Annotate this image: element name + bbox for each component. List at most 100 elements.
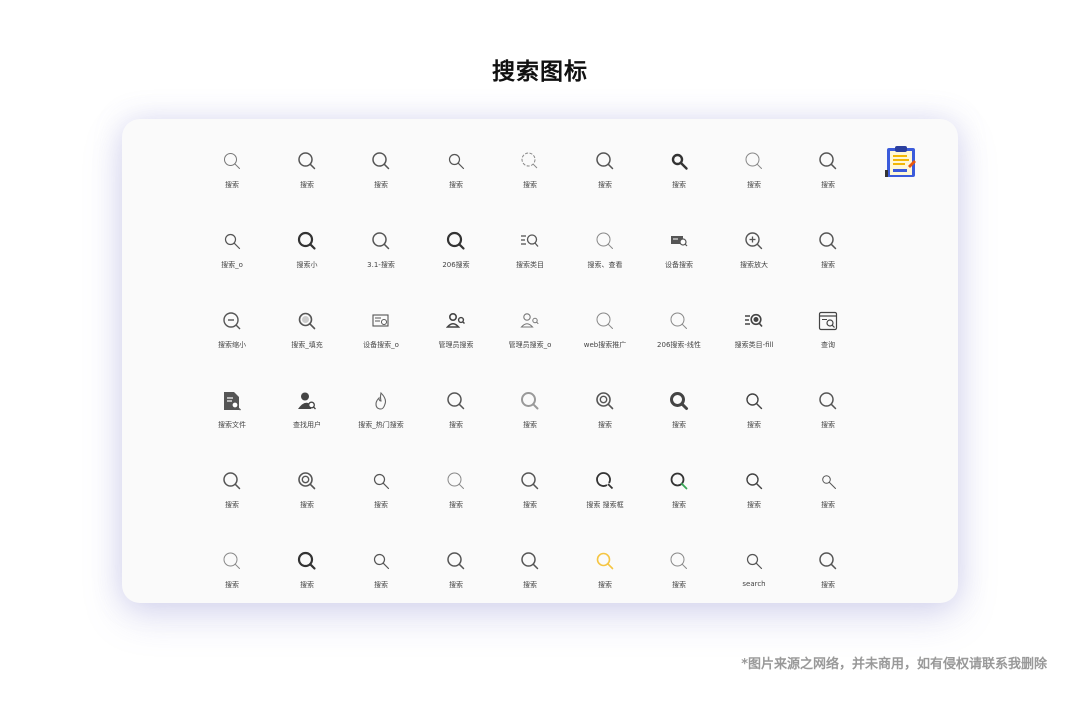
icon-tile-label: 搜索 — [523, 181, 537, 189]
icon-tile-label: 搜索 — [821, 501, 835, 509]
icon-tile[interactable]: web搜索推广 — [568, 299, 642, 351]
search-icon — [818, 151, 838, 171]
icon-tile-label: 搜索 — [225, 501, 239, 509]
page-title: 搜索图标 — [492, 59, 588, 85]
search-icon-open — [595, 471, 615, 491]
icon-tile-label: 搜索 — [374, 501, 388, 509]
icon-tile-label: 设备搜索_o — [363, 341, 399, 349]
search-icon-light — [595, 311, 615, 331]
icon-tile[interactable]: 设备搜索 — [642, 219, 716, 271]
icon-tile[interactable]: 搜索 搜索框 — [568, 459, 642, 511]
icon-tile[interactable]: 206搜索-线性 — [642, 299, 716, 351]
icon-tile[interactable]: 搜索 — [791, 379, 865, 431]
flame-icon — [371, 391, 391, 411]
icon-tile[interactable]: 搜索 — [642, 139, 716, 191]
icon-tile[interactable]: 搜索 — [419, 539, 493, 591]
icon-tile[interactable]: 3.1-搜索 — [344, 219, 418, 271]
icon-tile[interactable]: 搜索 — [270, 139, 344, 191]
icon-tile[interactable]: 搜索 — [270, 539, 344, 591]
icon-tile[interactable]: 设备搜索_o — [344, 299, 418, 351]
icon-tile[interactable]: 搜索小 — [270, 219, 344, 271]
search-icon-heavy — [669, 391, 689, 411]
icon-tile-label: 搜索 — [374, 181, 388, 189]
zoom-in-icon — [744, 231, 764, 251]
icon-tile-label: 搜索 — [672, 421, 686, 429]
icon-tile[interactable]: 搜索_热门搜索 — [344, 379, 418, 431]
icon-tile-label: 搜索 — [821, 421, 835, 429]
icon-tile[interactable]: 搜索_填充 — [270, 299, 344, 351]
search-icon-light — [446, 471, 466, 491]
icon-tile[interactable]: 查找用户 — [270, 379, 344, 431]
search-icon-light — [222, 551, 242, 571]
icon-tile[interactable]: 搜索 — [419, 459, 493, 511]
search-icon-small — [371, 551, 391, 571]
icon-grid-card: 搜索 搜索 搜索 搜索 搜索 搜索 搜索 搜索 搜索 搜索_o 搜索小 3.1-搜索 206搜索 搜索类目… — [122, 119, 958, 603]
icon-tile[interactable]: 搜索 — [195, 139, 269, 191]
icon-tile[interactable]: 搜索 — [344, 539, 418, 591]
icon-tile[interactable]: 搜索 — [791, 539, 865, 591]
icon-tile[interactable]: 搜索 — [493, 539, 567, 591]
icon-tile[interactable]: 搜索文件 — [195, 379, 269, 431]
icon-tile[interactable]: 搜索 — [642, 379, 716, 431]
search-icon-thin-key — [222, 151, 242, 171]
icon-tile[interactable]: 搜索 — [195, 459, 269, 511]
icon-tile[interactable]: 搜索类目 — [493, 219, 567, 271]
icon-tile-label: 搜索缩小 — [218, 341, 246, 349]
icon-tile[interactable]: 搜索放大 — [717, 219, 791, 271]
icon-tile[interactable]: 搜索 — [270, 459, 344, 511]
icon-tile[interactable]: 搜索 — [568, 139, 642, 191]
icon-tile-label: 搜索_热门搜索 — [358, 421, 404, 429]
search-icon — [818, 391, 838, 411]
icon-tile[interactable]: 搜索 — [791, 139, 865, 191]
icon-tile[interactable]: 搜索 — [568, 539, 642, 591]
icon-tile[interactable]: 搜索 — [493, 459, 567, 511]
icon-tile[interactable]: 搜索 — [717, 459, 791, 511]
icon-tile[interactable]: 管理员搜索_o — [493, 299, 567, 351]
search-icon — [446, 551, 466, 571]
search-icon-double-ring — [297, 471, 317, 491]
icon-tile-label: 搜索 — [821, 261, 835, 269]
icon-tile[interactable]: 搜索 — [642, 539, 716, 591]
icon-tile-label: 搜索 — [672, 181, 686, 189]
icon-tile[interactable]: 搜索 — [791, 219, 865, 271]
icon-tile[interactable]: 搜索 — [791, 459, 865, 511]
icon-tile-label: 搜索 — [374, 581, 388, 589]
icon-tile-label: 3.1-搜索 — [367, 261, 395, 269]
icon-tile[interactable]: 搜索 — [419, 379, 493, 431]
icon-tile[interactable]: 搜索 — [344, 139, 418, 191]
search-list-icon — [520, 231, 540, 251]
search-icon-long-handle — [744, 471, 764, 491]
icon-tile[interactable]: 搜索 — [568, 379, 642, 431]
user-search-outline-icon — [520, 311, 540, 331]
icon-tile-label: 搜索 — [523, 581, 537, 589]
icon-tile[interactable]: 搜索、查看 — [568, 219, 642, 271]
icon-tile[interactable]: 搜索缩小 — [195, 299, 269, 351]
search-icon-gray — [520, 391, 540, 411]
icon-tile[interactable]: 搜索类目-fill — [717, 299, 791, 351]
search-icon — [371, 151, 391, 171]
icon-tile-label: 搜索文件 — [218, 421, 246, 429]
icon-tile-label: 搜索 — [225, 581, 239, 589]
icon-tile[interactable]: 搜索 — [195, 539, 269, 591]
search-icon-bold — [297, 231, 317, 251]
icon-tile[interactable]: 搜索 — [717, 379, 791, 431]
search-filled-icon — [297, 311, 317, 331]
icon-tile-label: 搜索 — [672, 581, 686, 589]
icon-tile[interactable]: 206搜索 — [419, 219, 493, 271]
search-icon-bold — [446, 231, 466, 251]
icon-tile[interactable]: 搜索 — [717, 139, 791, 191]
search-icon-long-handle — [744, 391, 764, 411]
icon-tile[interactable]: 管理员搜索 — [419, 299, 493, 351]
icon-tile[interactable]: search — [717, 539, 791, 591]
search-icon — [520, 471, 540, 491]
icon-tile[interactable]: 搜索 — [419, 139, 493, 191]
icon-tile[interactable]: 搜索 — [642, 459, 716, 511]
icon-tile-label: 搜索 — [821, 581, 835, 589]
icon-tile[interactable]: 搜索 — [493, 139, 567, 191]
search-icon-small — [371, 471, 391, 491]
icon-tile[interactable]: 搜索_o — [195, 219, 269, 271]
icon-tile[interactable]: 查询 — [791, 299, 865, 351]
icon-tile[interactable]: 搜索 — [493, 379, 567, 431]
icon-tile[interactable]: 搜索 — [344, 459, 418, 511]
search-icon — [595, 151, 615, 171]
